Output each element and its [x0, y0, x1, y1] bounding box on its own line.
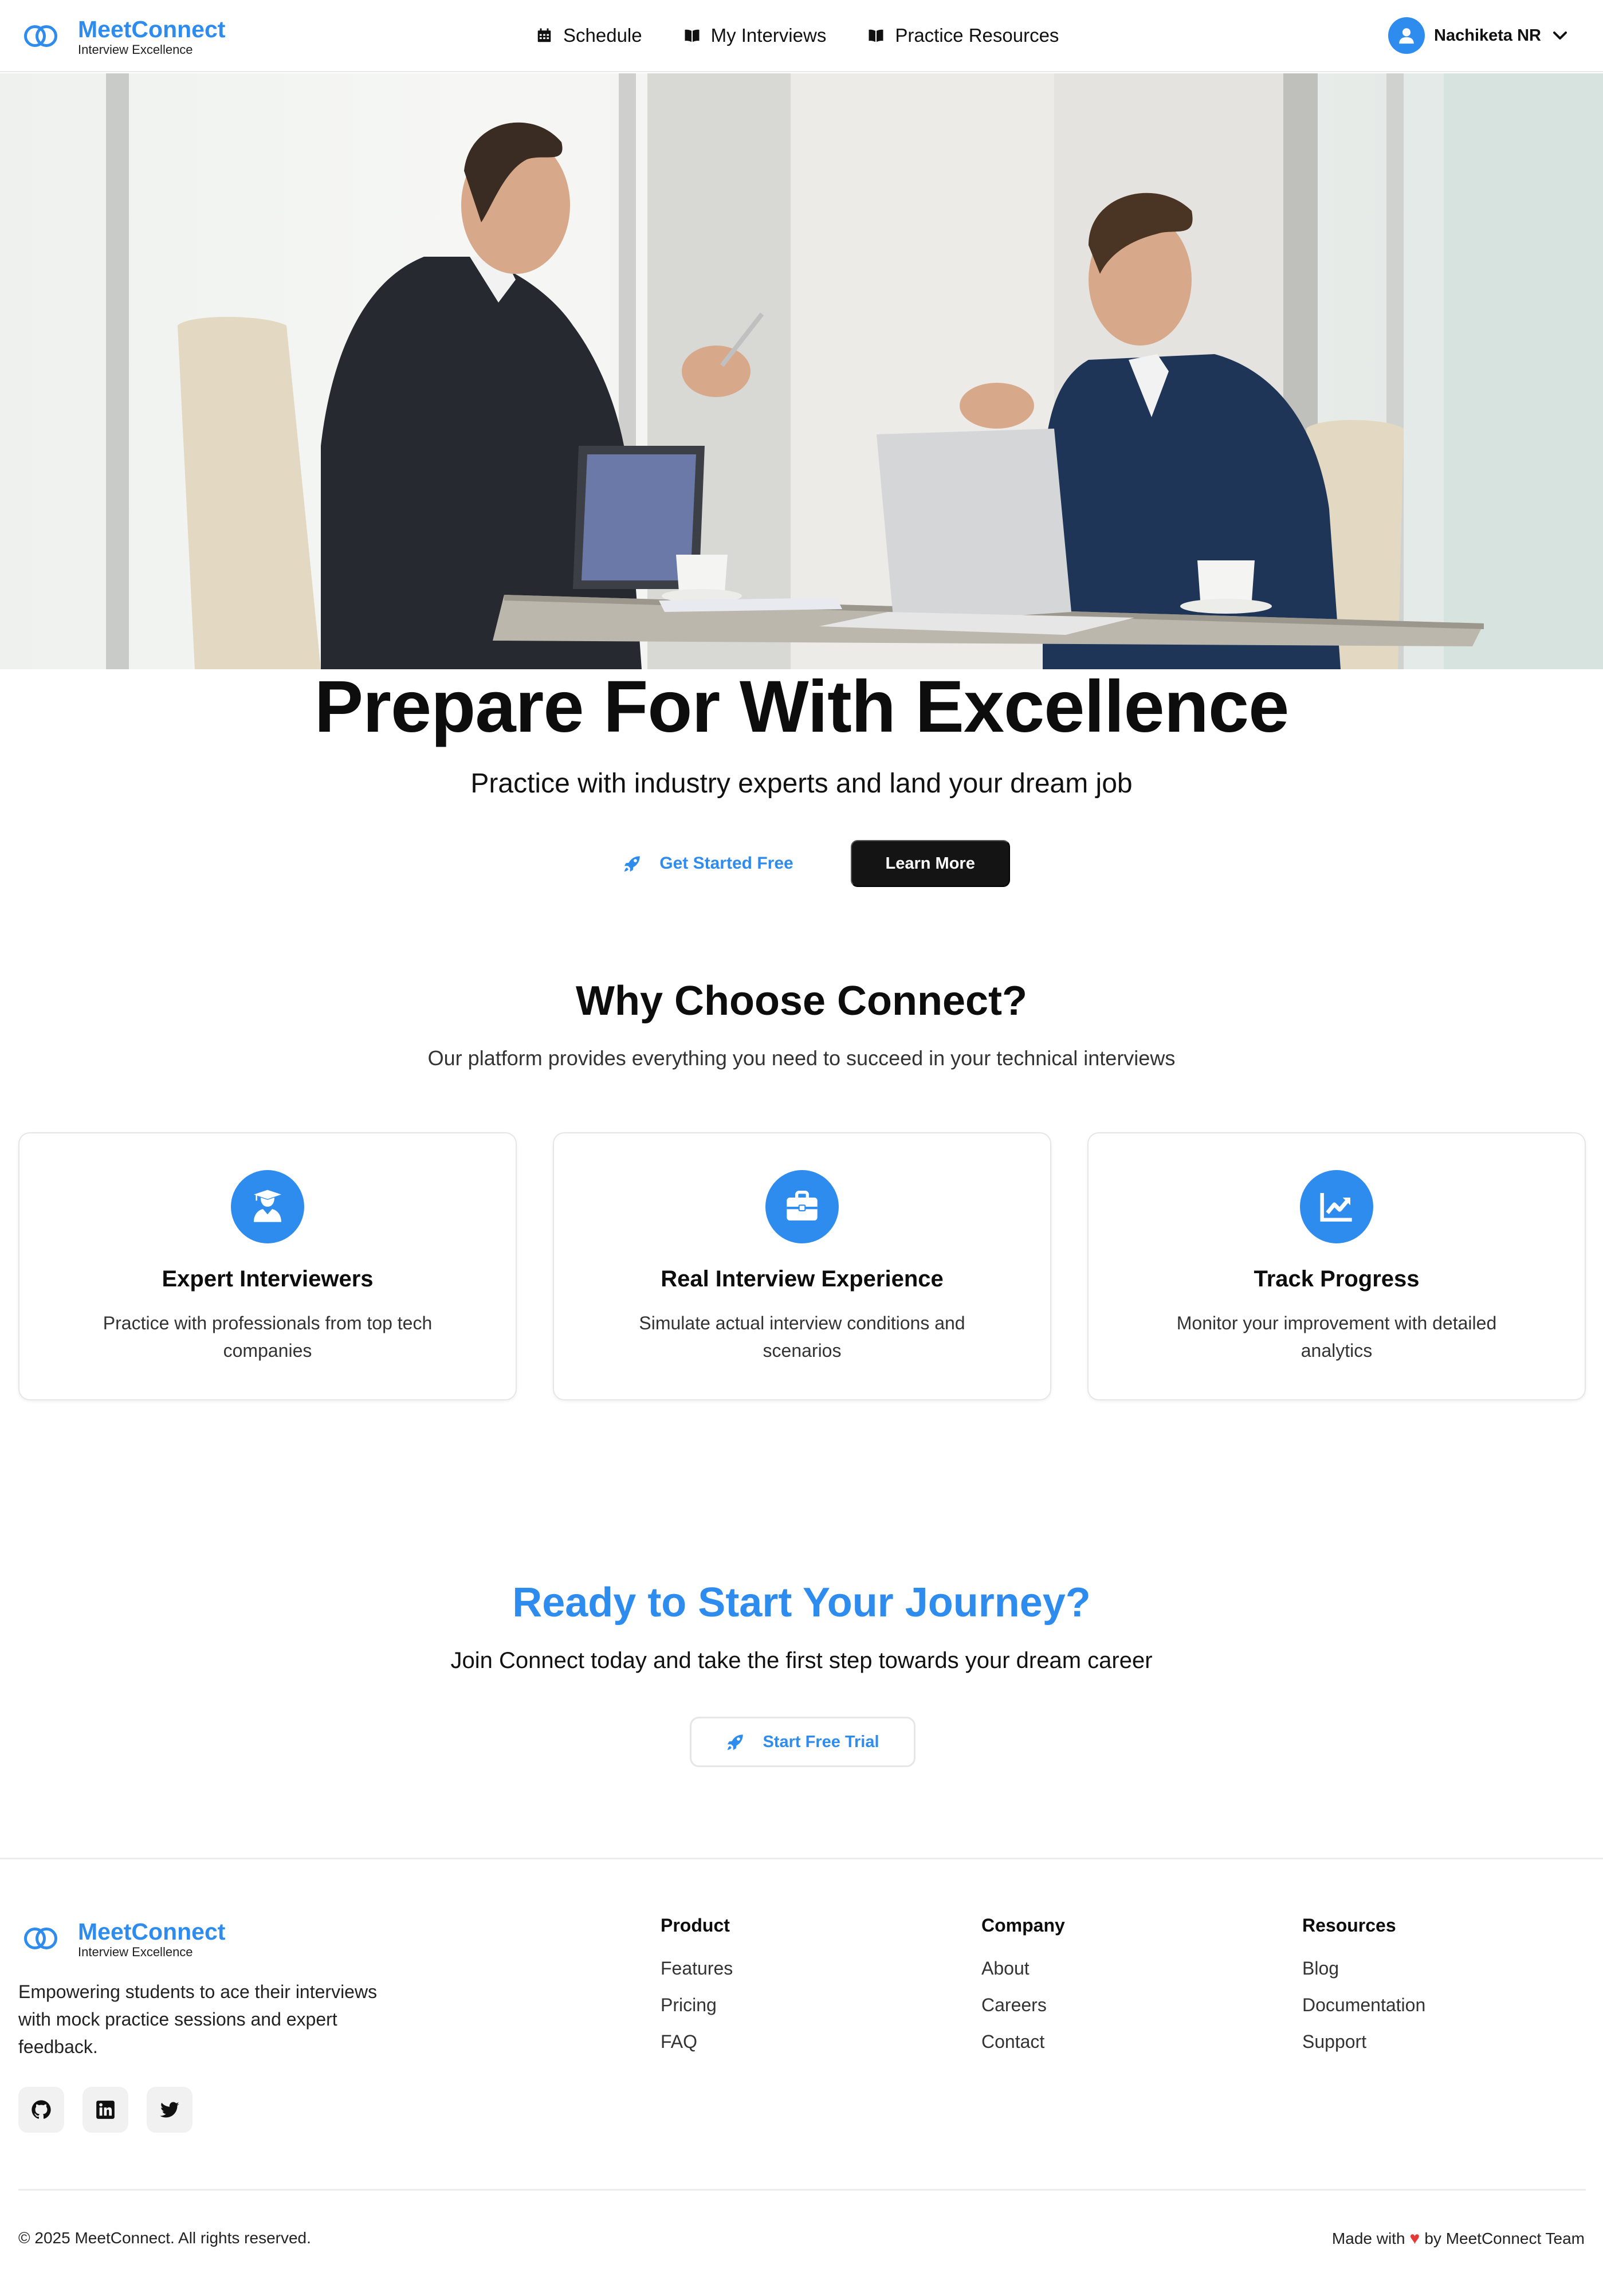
footer-link-features[interactable]: Features [661, 1957, 733, 1993]
footer-description: Empowering students to ace their intervi… [18, 1981, 378, 2057]
chevron-down-icon[interactable] [1551, 27, 1569, 44]
feature-icon-circle [1300, 1170, 1373, 1243]
github-icon [32, 2100, 51, 2119]
footer-column-resources: Resources Blog Documentation Support [1302, 1915, 1425, 2067]
avatar [1388, 17, 1425, 54]
heart-icon: ♥ [1409, 2229, 1420, 2248]
why-section-subtitle: Our platform provides everything you nee… [427, 1046, 1176, 1070]
feature-cards: Expert Interviewers Practice with profes… [18, 1132, 1586, 1400]
feature-card-track-progress: Track Progress Monitor your improvement … [1087, 1132, 1586, 1400]
get-started-button[interactable]: Get Started Free [593, 840, 823, 887]
rocket-icon [728, 1734, 744, 1751]
copyright-text: © 2025 MeetConnect. All rights reserved. [18, 2229, 311, 2247]
footer-brand-name: MeetConnect [78, 1918, 226, 1945]
footer-column-title: Resources [1302, 1915, 1396, 1936]
footer-brand-tagline: Interview Excellence [78, 1945, 193, 1959]
brand-name: MeetConnect [78, 16, 226, 42]
navbar: MeetConnect Interview Excellence Schedul… [0, 0, 1603, 72]
linkedin-icon [96, 2101, 115, 2119]
hero-image-interview-scene [0, 73, 1603, 669]
nav-item-my-interviews[interactable]: My Interviews [683, 23, 827, 48]
nav-item-label: My Interviews [710, 25, 827, 46]
hero-subtitle: Practice with industry experts and land … [470, 768, 1133, 799]
footer-link-about[interactable]: About [981, 1957, 1065, 1993]
briefcase-icon [787, 1191, 818, 1220]
footer-link-careers[interactable]: Careers [981, 1993, 1065, 2030]
linkedin-link[interactable] [82, 2087, 128, 2133]
twitter-link[interactable] [147, 2087, 192, 2133]
footer-link-pricing[interactable]: Pricing [661, 1993, 733, 2030]
feature-card-expert-interviewers: Expert Interviewers Practice with profes… [18, 1132, 517, 1400]
calendar-icon [537, 28, 551, 42]
footer-column-company: Company About Careers Contact [981, 1915, 1065, 2067]
made-with-suffix: by MeetConnect Team [1424, 2230, 1585, 2247]
feature-card-text: Monitor your improvement with detailed a… [1176, 1313, 1497, 1361]
footer-column-title: Company [981, 1915, 1065, 1936]
user-name: Nachiketa NR [1434, 26, 1541, 45]
rocket-icon [624, 856, 641, 872]
feature-card-real-interview: Real Interview Experience Simulate actua… [553, 1132, 1051, 1400]
footer-link-contact[interactable]: Contact [981, 2030, 1065, 2067]
cta-title: Ready to Start Your Journey? [512, 1580, 1091, 1626]
start-free-trial-label: Start Free Trial [763, 1732, 879, 1751]
footer-bottom-divider [18, 2189, 1586, 2191]
github-link[interactable] [18, 2087, 64, 2133]
made-with-credit: Made with ♥ by MeetConnect Team [1332, 2229, 1585, 2248]
feature-card-text: Practice with professionals from top tec… [103, 1313, 433, 1361]
feature-icon-circle [765, 1170, 839, 1243]
get-started-label: Get Started Free [659, 854, 793, 873]
start-free-trial-button[interactable]: Start Free Trial [690, 1717, 916, 1767]
footer-link-faq[interactable]: FAQ [661, 2030, 733, 2067]
chart-line-icon [1320, 1193, 1352, 1222]
footer-column-title: Product [661, 1915, 730, 1936]
nav-item-schedule[interactable]: Schedule [536, 23, 642, 48]
feature-card-title: Track Progress [1254, 1266, 1420, 1292]
hero-title: Prepare For With Excellence [314, 666, 1290, 748]
hero-actions: Get Started Free Learn More [0, 840, 1603, 887]
feature-card-title: Expert Interviewers [162, 1266, 374, 1292]
footer-link-documentation[interactable]: Documentation [1302, 1993, 1425, 2030]
feature-card-text: Simulate actual interview conditions and… [639, 1313, 965, 1361]
main-nav: Schedule My Interviews Practice Resource… [536, 23, 1100, 48]
graduate-icon [254, 1190, 281, 1222]
footer-link-support[interactable]: Support [1302, 2030, 1425, 2067]
cta-subtitle: Join Connect today and take the first st… [450, 1648, 1153, 1673]
social-links [18, 2087, 211, 2133]
made-with-prefix: Made with [1331, 2230, 1405, 2247]
feature-icon-circle [231, 1170, 304, 1243]
footer-link-blog[interactable]: Blog [1302, 1957, 1425, 1993]
interlocking-rings-logo-icon [23, 22, 58, 48]
user-menu[interactable]: Nachiketa NR [1388, 17, 1569, 54]
book-open-icon [869, 29, 883, 42]
footer-column-product: Product Features Pricing FAQ [661, 1915, 733, 2067]
footer-divider [0, 1858, 1603, 1859]
user-icon [1399, 28, 1414, 44]
brand-tagline: Interview Excellence [78, 42, 193, 57]
why-section-title: Why Choose Connect? [576, 978, 1027, 1024]
nav-item-label: Practice Resources [895, 25, 1059, 46]
learn-more-button[interactable]: Learn More [850, 840, 1010, 887]
feature-card-title: Real Interview Experience [661, 1266, 944, 1292]
twitter-icon [160, 2102, 179, 2118]
interlocking-rings-logo-icon [23, 1924, 58, 1950]
nav-item-practice-resources[interactable]: Practice Resources [867, 23, 1059, 48]
brand-logo[interactable]: MeetConnect Interview Excellence [23, 16, 225, 57]
footer-brand-logo[interactable]: MeetConnect Interview Excellence [23, 1918, 225, 1960]
book-open-icon [685, 29, 700, 42]
nav-item-label: Schedule [563, 25, 642, 46]
